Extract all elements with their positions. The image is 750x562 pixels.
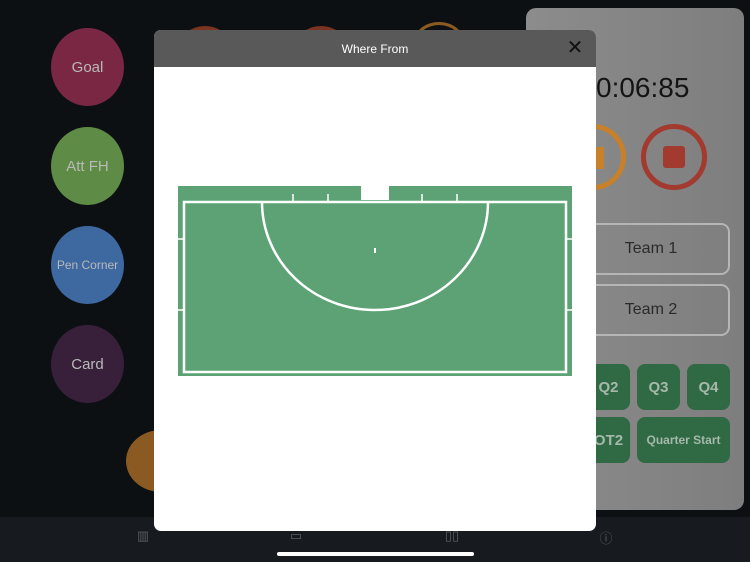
- goal-label: Goal: [71, 58, 104, 76]
- stop-icon: [663, 146, 685, 168]
- close-icon[interactable]: ✕: [566, 38, 584, 58]
- att-fh-button[interactable]: Att FH: [51, 127, 124, 205]
- dialog-title: Where From: [341, 41, 409, 56]
- pitch-surface[interactable]: [178, 200, 572, 376]
- q4-button[interactable]: Q4: [687, 364, 730, 410]
- hockey-pitch[interactable]: [178, 186, 572, 376]
- pitch-icon[interactable]: ▥: [134, 528, 152, 544]
- dialog-header: Where From ✕: [154, 30, 596, 67]
- card-label: Card: [71, 355, 104, 373]
- pitch-left-top: [178, 186, 361, 202]
- pitch-right-top: [389, 186, 572, 202]
- where-from-dialog: Where From ✕: [154, 30, 596, 531]
- pen-corner-button[interactable]: Pen Corner: [51, 226, 124, 304]
- goal-button[interactable]: Goal: [51, 28, 124, 106]
- quarter-start-button[interactable]: Quarter Start: [637, 417, 730, 463]
- q3-button[interactable]: Q3: [637, 364, 680, 410]
- att-fh-label: Att FH: [66, 157, 109, 175]
- card-button[interactable]: Card: [51, 325, 124, 403]
- home-indicator[interactable]: [277, 552, 474, 556]
- info-icon[interactable]: ⓘ: [597, 528, 615, 546]
- stop-button[interactable]: [641, 124, 707, 190]
- penalty-spot: [374, 248, 376, 253]
- timer-display: 0:06:85: [596, 72, 690, 103]
- pen-corner-label: Pen Corner: [56, 258, 119, 272]
